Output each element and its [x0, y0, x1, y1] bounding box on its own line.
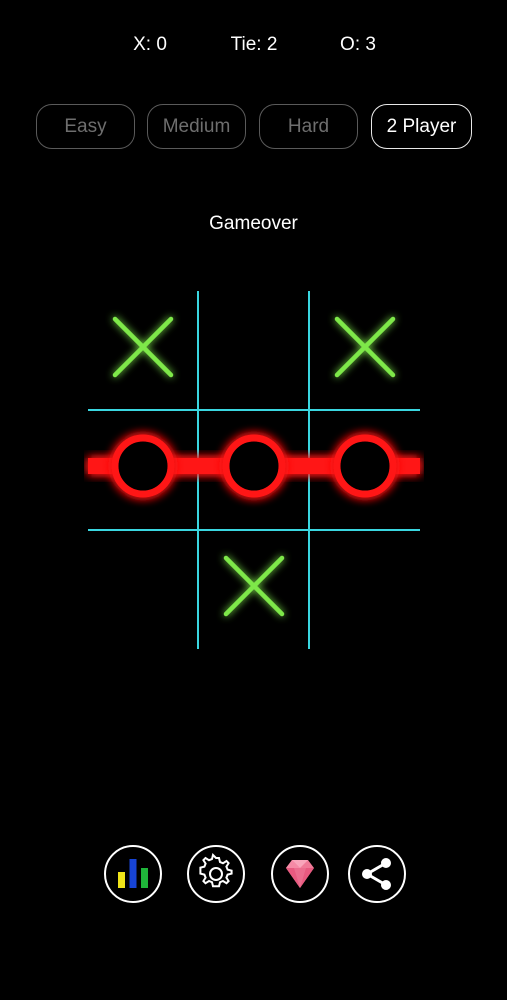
o-mark — [222, 434, 286, 498]
score-x: X: 0 — [133, 34, 167, 55]
board-svg — [88, 291, 420, 649]
mode-2-player-button[interactable]: 2 Player — [371, 104, 472, 149]
board-cell[interactable] — [313, 410, 417, 522]
board-cell[interactable] — [91, 410, 195, 522]
share-button[interactable] — [348, 845, 406, 903]
mode-hard-button[interactable]: Hard — [259, 104, 358, 149]
mode-medium-button[interactable]: Medium — [147, 104, 246, 149]
score-tie: Tie: 2 — [230, 34, 278, 55]
settings-button[interactable] — [187, 845, 245, 903]
board-cell[interactable] — [313, 530, 417, 642]
bottom-toolbar — [0, 845, 507, 911]
board-cell[interactable] — [202, 291, 306, 403]
o-mark — [333, 434, 397, 498]
scoreboard: X: 0 Tie: 2 O: 3 — [0, 34, 507, 60]
o-mark — [111, 434, 175, 498]
mode-easy-button[interactable]: Easy — [36, 104, 135, 149]
settings-gear-icon — [199, 853, 233, 888]
board-cell[interactable] — [313, 291, 417, 403]
board-cell[interactable] — [202, 530, 306, 642]
game-screen: X: 0 Tie: 2 O: 3 Easy Medium Hard 2 Play… — [0, 0, 507, 1000]
game-board — [84, 287, 424, 653]
score-o: O: 3 — [340, 34, 376, 55]
game-status: Gameover — [209, 213, 298, 234]
stats-icon — [118, 859, 148, 888]
difficulty-selector: Easy Medium Hard 2 Player — [0, 104, 507, 151]
gem-button[interactable] — [271, 845, 329, 903]
stats-button[interactable] — [104, 845, 162, 903]
board-cell[interactable] — [202, 410, 306, 522]
gem-icon — [286, 860, 314, 888]
board-cell[interactable] — [91, 291, 195, 403]
board-cell[interactable] — [91, 530, 195, 642]
share-icon — [362, 858, 391, 890]
